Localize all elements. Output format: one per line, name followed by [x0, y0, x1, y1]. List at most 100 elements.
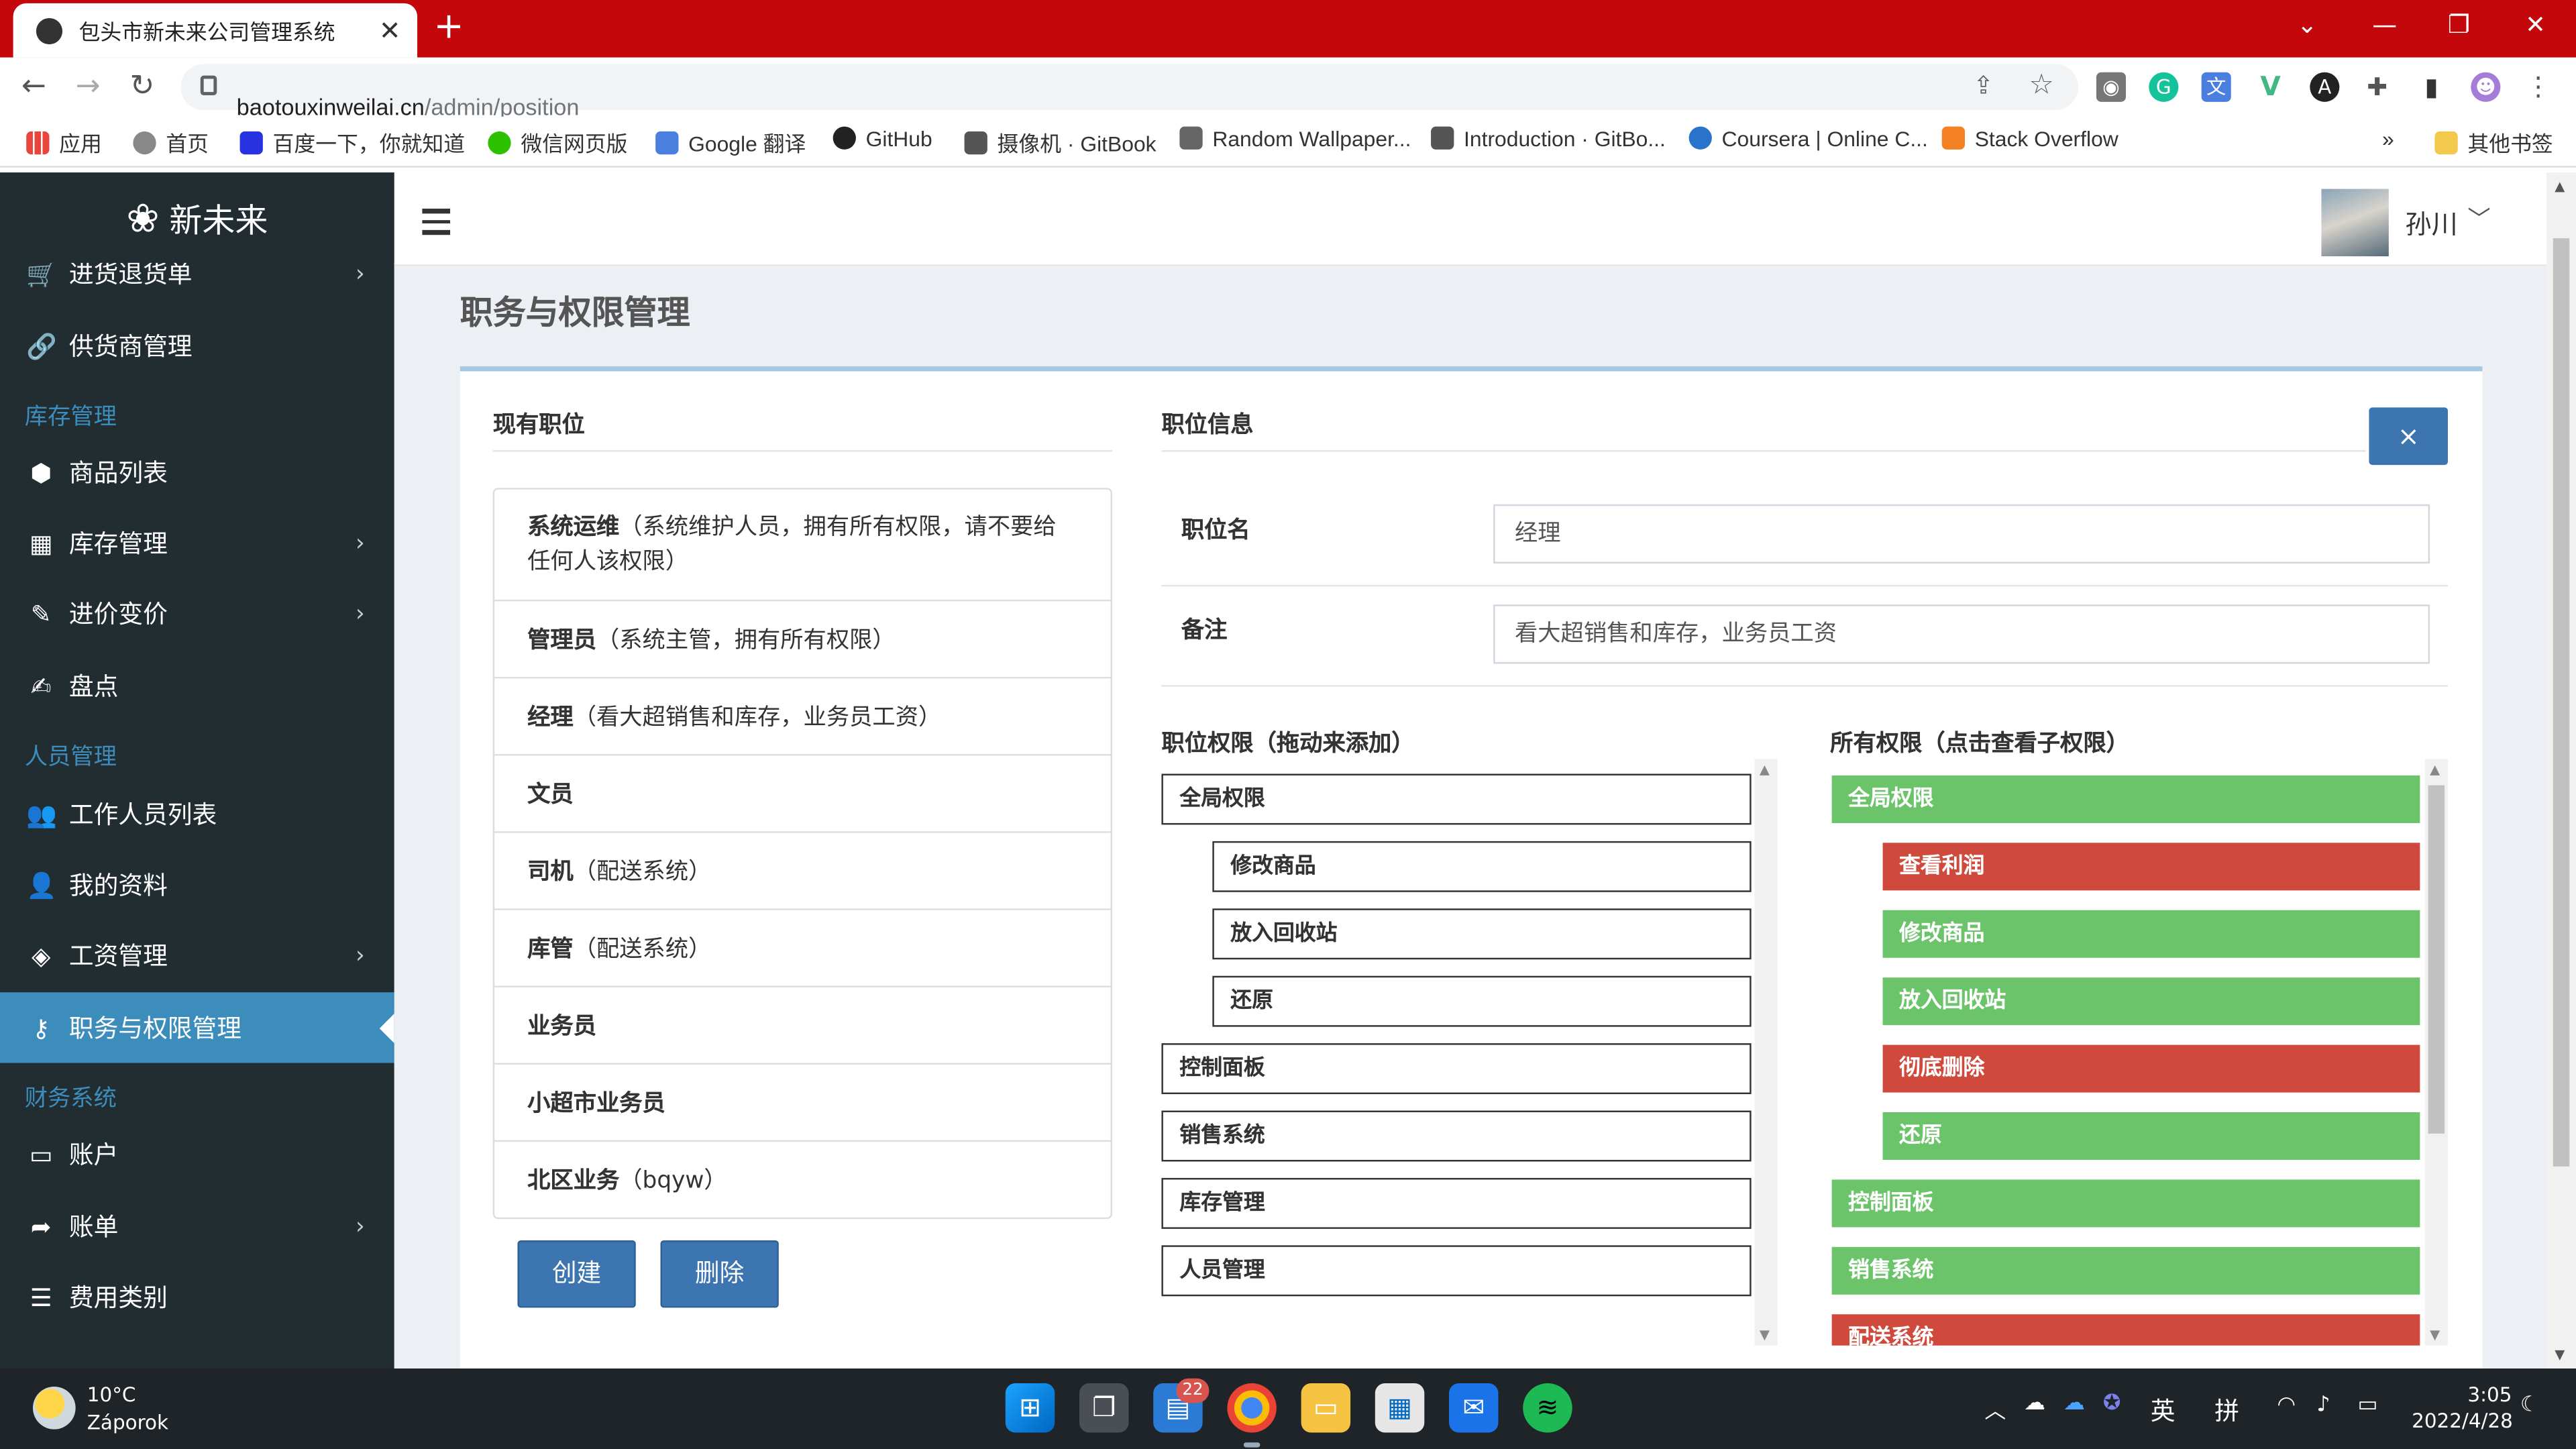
- logo[interactable]: ❀ 新未来: [0, 172, 394, 263]
- bookmark-random-wallpaper[interactable]: Random Wallpaper...: [1179, 126, 1411, 151]
- scroll-thumb[interactable]: [2553, 238, 2570, 1167]
- bookmark-home[interactable]: 首页: [133, 127, 209, 158]
- position-item[interactable]: 小超市业务员: [494, 1065, 1111, 1142]
- tab-search-icon[interactable]: ⌄: [2297, 10, 2318, 40]
- translate-icon[interactable]: 文: [2201, 72, 2231, 102]
- a-icon[interactable]: A: [2310, 72, 2340, 102]
- position-item[interactable]: 司机 （配送系统）: [494, 833, 1111, 910]
- position-perm-item[interactable]: 库存管理: [1161, 1177, 1752, 1229]
- create-button[interactable]: 创建: [517, 1240, 636, 1308]
- camera-icon[interactable]: ◉: [2096, 72, 2127, 102]
- minimize-icon[interactable]: —: [2372, 10, 2397, 40]
- position-perm-item[interactable]: 修改商品: [1212, 841, 1752, 892]
- reload-icon[interactable]: ↻: [129, 69, 154, 103]
- bookmark-google-translate[interactable]: Google 翻译: [655, 127, 806, 158]
- note-input[interactable]: 看大超销售和库存，业务员工资: [1493, 604, 2430, 664]
- user-name[interactable]: 孙川: [2405, 202, 2457, 241]
- spotify-icon[interactable]: ≋: [1523, 1383, 1572, 1433]
- restore-icon[interactable]: ❐: [2448, 10, 2470, 40]
- scroll-up-icon[interactable]: ▲: [1760, 762, 1770, 777]
- position-perm-item[interactable]: 人员管理: [1161, 1245, 1752, 1297]
- close-button[interactable]: ×: [2369, 407, 2449, 466]
- all-perm-item[interactable]: 修改商品: [1882, 910, 2420, 958]
- share-icon[interactable]: ⇪: [1973, 70, 1994, 100]
- store-icon[interactable]: ▦: [1375, 1383, 1425, 1433]
- wifi-icon[interactable]: ◠: [2277, 1393, 2296, 1418]
- position-perm-item[interactable]: 控制面板: [1161, 1043, 1752, 1095]
- volume-icon[interactable]: ♪: [2316, 1393, 2330, 1418]
- bookmark-coursera[interactable]: Coursera | Online C...: [1688, 126, 1928, 151]
- ime-lang[interactable]: 英: [2151, 1393, 2176, 1428]
- position-name-input[interactable]: 经理: [1493, 504, 2430, 564]
- sidebar-item-expense-types[interactable]: ☰ 费用类别: [0, 1262, 394, 1332]
- browser-tab[interactable]: 包头市新未来公司管理系统 ✕: [13, 3, 418, 58]
- sidebar-item-positions[interactable]: ⚷ 职务与权限管理: [0, 992, 394, 1063]
- all-perm-item[interactable]: 销售系统: [1831, 1246, 2420, 1295]
- sidebar-item-inventory[interactable]: ▦ 库存管理 ›: [0, 508, 394, 578]
- bookmark-stackoverflow[interactable]: Stack Overflow: [1941, 126, 2118, 151]
- position-perm-item[interactable]: 销售系统: [1161, 1110, 1752, 1162]
- bookmark-wechat[interactable]: 微信网页版: [488, 127, 628, 158]
- bookmark-gitbook-intro[interactable]: Introduction · GitBo...: [1431, 126, 1666, 151]
- sidebar-item-bills[interactable]: ➦ 账单 ›: [0, 1191, 394, 1262]
- all-perm-item[interactable]: 配送系统: [1831, 1314, 2420, 1346]
- scroll-down-icon[interactable]: ▼: [2430, 1328, 2440, 1342]
- position-item[interactable]: 库管 （配送系统）: [494, 910, 1111, 987]
- weather-temp[interactable]: 10°C: [87, 1383, 136, 1406]
- clock-time[interactable]: 3:05: [2467, 1383, 2512, 1406]
- position-item-selected[interactable]: 经理 （看大超销售和库存，业务员工资）: [494, 678, 1111, 756]
- focus-moon-icon[interactable]: ☾: [2520, 1393, 2540, 1418]
- scroll-down-icon[interactable]: ▼: [1760, 1328, 1770, 1342]
- position-perm-item[interactable]: 还原: [1212, 975, 1752, 1027]
- bookmark-apps[interactable]: 应用: [26, 127, 102, 158]
- start-icon[interactable]: ⊞: [1005, 1383, 1055, 1433]
- all-perm-item[interactable]: 还原: [1882, 1112, 2420, 1160]
- all-perm-item[interactable]: 放入回收站: [1882, 977, 2420, 1026]
- ime-mode[interactable]: 拼: [2214, 1393, 2239, 1428]
- position-item[interactable]: 管理员 （系统主管，拥有所有权限）: [494, 601, 1111, 679]
- position-item[interactable]: 系统运维（系统维护人员，拥有所有权限，请不要给任何人该权限）: [494, 490, 1111, 602]
- battery-icon[interactable]: ▭: [2357, 1393, 2377, 1418]
- all-perm-item[interactable]: 控制面板: [1831, 1179, 2420, 1228]
- bookmark-github[interactable]: GitHub: [833, 126, 932, 151]
- chevron-up-icon[interactable]: ︿: [1984, 1393, 2006, 1425]
- sidebar-item-salary[interactable]: ◈ 工资管理 ›: [0, 920, 394, 990]
- page-scrollbar[interactable]: ▲ ▼: [2546, 172, 2576, 1369]
- profile-icon[interactable]: ☻: [2471, 72, 2501, 102]
- new-tab-icon[interactable]: +: [434, 7, 464, 48]
- avatar[interactable]: [2321, 189, 2389, 257]
- all-perms-scrollbar[interactable]: ▲ ▼: [2424, 759, 2449, 1346]
- hamburger-menu-icon[interactable]: [422, 209, 451, 241]
- other-bookmarks[interactable]: 其他书签: [2434, 127, 2553, 158]
- delete-button[interactable]: 删除: [660, 1240, 779, 1308]
- bookmark-gitbook-camera[interactable]: 摄像机 · GitBook: [964, 127, 1157, 158]
- bookmark-baidu[interactable]: 百度一下，你就知道: [239, 127, 465, 158]
- mail-icon[interactable]: ✉: [1449, 1383, 1499, 1433]
- position-item[interactable]: 文员: [494, 756, 1111, 833]
- sidepanel-icon[interactable]: ▮: [2416, 72, 2447, 102]
- scroll-down-icon[interactable]: ▼: [2555, 1347, 2565, 1362]
- position-perm-item[interactable]: 全局权限: [1161, 773, 1752, 825]
- task-view-icon[interactable]: ❐: [1079, 1383, 1129, 1433]
- sidebar-item-staff-list[interactable]: 👥 工作人员列表: [0, 779, 394, 849]
- weather-icon[interactable]: [32, 1386, 76, 1430]
- weather-desc[interactable]: Záporok: [87, 1411, 168, 1434]
- back-icon[interactable]: ←: [21, 69, 46, 103]
- all-perm-item[interactable]: 彻底删除: [1882, 1044, 2420, 1093]
- menu-icon[interactable]: ⋮: [2523, 72, 2553, 102]
- scroll-up-icon[interactable]: ▲: [2555, 179, 2565, 194]
- sidebar-item-products[interactable]: ⬢ 商品列表: [0, 437, 394, 507]
- sidebar-item-price-change[interactable]: ✎ 进价变价 ›: [0, 578, 394, 649]
- vue-icon[interactable]: V: [2255, 72, 2286, 102]
- position-item[interactable]: 北区业务 （bqyw）: [494, 1142, 1110, 1218]
- bookmarks-overflow-icon[interactable]: »: [2382, 127, 2394, 152]
- sidebar-item-suppliers[interactable]: 🔗 供货商管理: [0, 311, 394, 381]
- all-perm-item[interactable]: 全局权限: [1831, 775, 2420, 823]
- file-explorer-icon[interactable]: ▭: [1301, 1383, 1351, 1433]
- sidebar-item-stocktake[interactable]: ✍ 盘点: [0, 651, 394, 721]
- forward-icon[interactable]: →: [76, 69, 101, 103]
- teams-icon[interactable]: ✪: [2103, 1391, 2121, 1416]
- address-bar[interactable]: baotouxinweilai.cn/admin/position ⇪ ☆: [180, 64, 2078, 120]
- close-window-icon[interactable]: ✕: [2525, 10, 2546, 40]
- bookmark-star-icon[interactable]: ☆: [2029, 69, 2054, 102]
